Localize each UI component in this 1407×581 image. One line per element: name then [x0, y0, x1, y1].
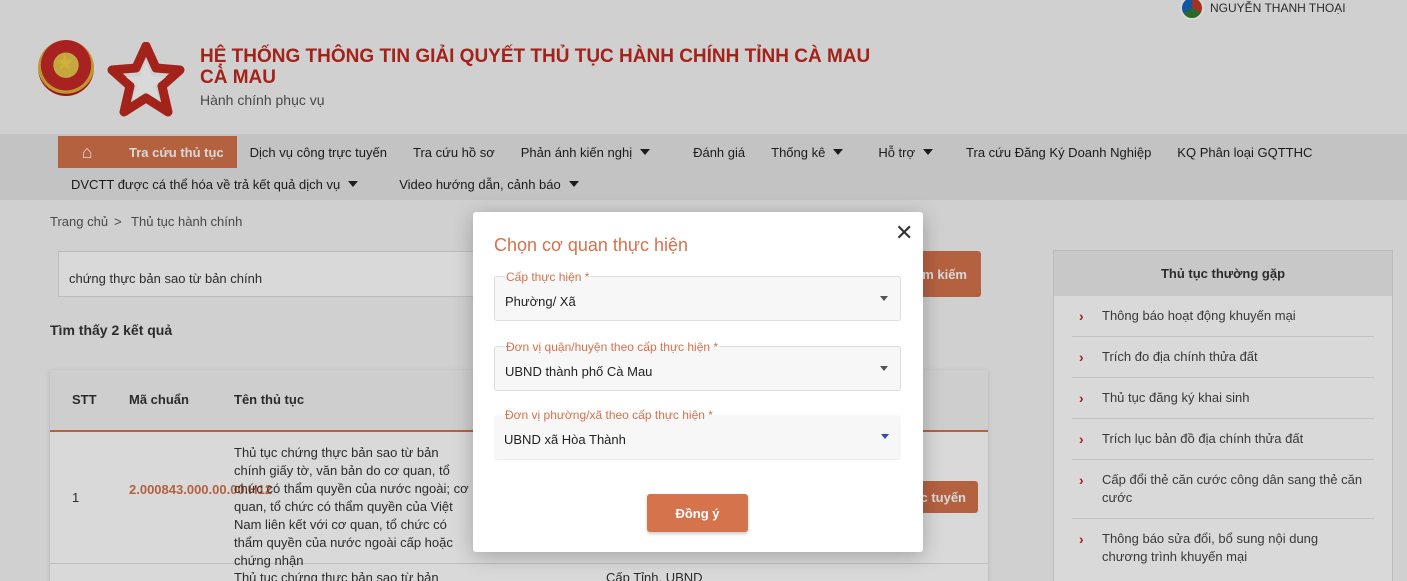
field-label: Đơn vị quận/huyện theo cấp thực hiện * — [505, 340, 720, 354]
level-select[interactable]: Cấp thực hiện * Phường/ Xã — [494, 270, 901, 321]
confirm-button[interactable]: Đồng ý — [647, 494, 748, 532]
dropdown-arrow-icon — [880, 296, 888, 301]
dropdown-arrow-icon — [880, 366, 888, 371]
close-icon[interactable]: ✕ — [895, 220, 913, 246]
field-value: Phường/ Xã — [505, 294, 576, 309]
district-select[interactable]: Đơn vị quận/huyện theo cấp thực hiện * U… — [494, 340, 901, 391]
field-label: Đơn vị phường/xã theo cấp thực hiện * — [504, 408, 714, 422]
dropdown-arrow-icon — [881, 434, 889, 439]
field-label: Cấp thực hiện * — [505, 270, 591, 284]
field-value: UBND thành phố Cà Mau — [505, 364, 653, 379]
ward-select[interactable]: Đơn vị phường/xã theo cấp thực hiện * UB… — [494, 408, 901, 460]
dialog-title: Chọn cơ quan thực hiện — [494, 235, 688, 255]
select-agency-dialog: Chọn cơ quan thực hiện ✕ Cấp thực hiện *… — [473, 212, 923, 552]
field-value: UBND xã Hòa Thành — [504, 432, 626, 447]
